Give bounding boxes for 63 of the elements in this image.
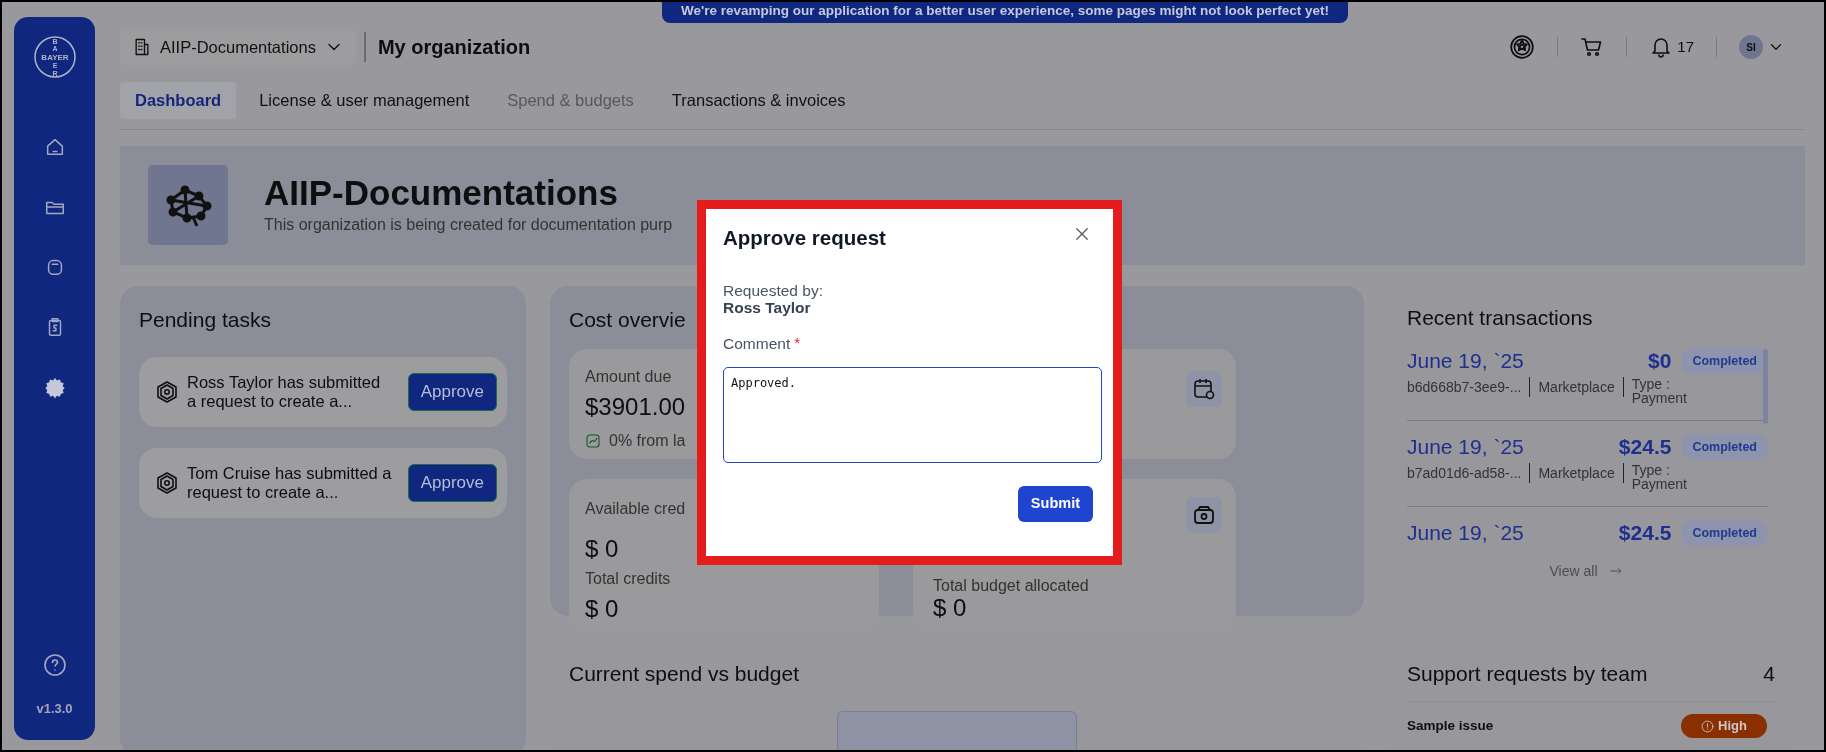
stat-label: Amount due [585,367,672,388]
transaction-amount: $24.5 [1618,520,1672,547]
stat-label: Total budget allocated [933,577,1089,595]
scrollbar[interactable] [1763,348,1768,424]
stat-label: Available cred [585,499,686,520]
close-icon[interactable] [1073,225,1091,243]
tab[interactable]: License & user management [244,82,485,119]
issue-title: Sample issue [1407,716,1494,735]
calendar-icon [1186,371,1222,408]
stat-value: $3901.00 [585,392,686,423]
trend-icon [585,433,601,450]
stat-value: $ 0 [585,594,619,625]
transaction-date: June 19, `25 [1407,520,1524,547]
status-badge: Completed [1681,433,1768,461]
hexagon-icon [155,380,179,405]
card-title: Pending tasks [139,306,271,333]
stat-value: $ 0 [933,594,967,622]
status-badge: Completed [1681,519,1768,547]
field-label: Requested by: [723,281,824,299]
comment-field[interactable]: Approved. [723,367,1102,464]
required-mark: * [794,332,801,353]
page-title: My organization [363,32,531,62]
card-title: Current spend vs budget [569,660,799,687]
card-title: Recent transactions [1407,304,1593,331]
avatar[interactable]: SI [1739,35,1763,59]
stat-label: Total credits [585,569,671,590]
dialog-title: Approve request [723,225,886,251]
card-title: Cost overvie [569,306,686,333]
alert-icon [1701,719,1715,733]
wallet-icon [1186,497,1222,534]
submit-button[interactable]: Submit [1017,486,1093,522]
task-text: Ross Taylor has submitted a request to create a... [187,373,382,412]
approve-button[interactable]: Approve [407,464,497,502]
transaction-type: Type : Payment [1631,462,1688,491]
transaction-date: June 19, `25 [1407,348,1524,375]
organization-icon [148,165,228,246]
announcement-banner: We're revamping our application for a better user experience, some pages might not look perfect yet! [662,2,1348,23]
organization-name: AIIP-Documentations [264,174,618,213]
approve-button[interactable]: Approve [407,373,497,411]
card-title: Support requests by team [1407,660,1648,687]
request-count: 4 [1763,660,1775,687]
priority-badge: High [1681,714,1767,738]
help-icon[interactable] [42,652,67,677]
transaction-id: b7ad01d6-ad58-... [1407,463,1522,483]
notification-count: 17 [1677,36,1694,57]
transaction-amount: $0 [1648,348,1672,375]
requester-name: Ross Taylor [723,298,811,316]
stat-value: $ 0 [585,534,619,565]
field-label: Comment [723,333,791,354]
organization-description: This organization is being created for documentation purp [264,214,673,235]
version-label: v1.3.0 [36,699,73,718]
transaction-amount: $24.5 [1618,434,1672,461]
trend-text: 0% from la [609,431,686,452]
tab[interactable]: Dashboard [120,82,237,119]
organization-dropdown[interactable]: AIIP-Documentations [120,29,356,65]
transaction-date: June 19, `25 [1407,434,1524,461]
task-text: Tom Cruise has submitted a request to create a... [187,464,392,503]
transaction-id: b6d668b7-3ee9-... [1407,377,1522,397]
transaction-source: Marketplace [1538,377,1615,397]
transaction-source: Marketplace [1538,463,1615,483]
hexagon-icon [155,471,179,496]
tab[interactable]: Transactions & invoices [656,82,861,119]
transaction-type: Type : Payment [1631,376,1688,405]
